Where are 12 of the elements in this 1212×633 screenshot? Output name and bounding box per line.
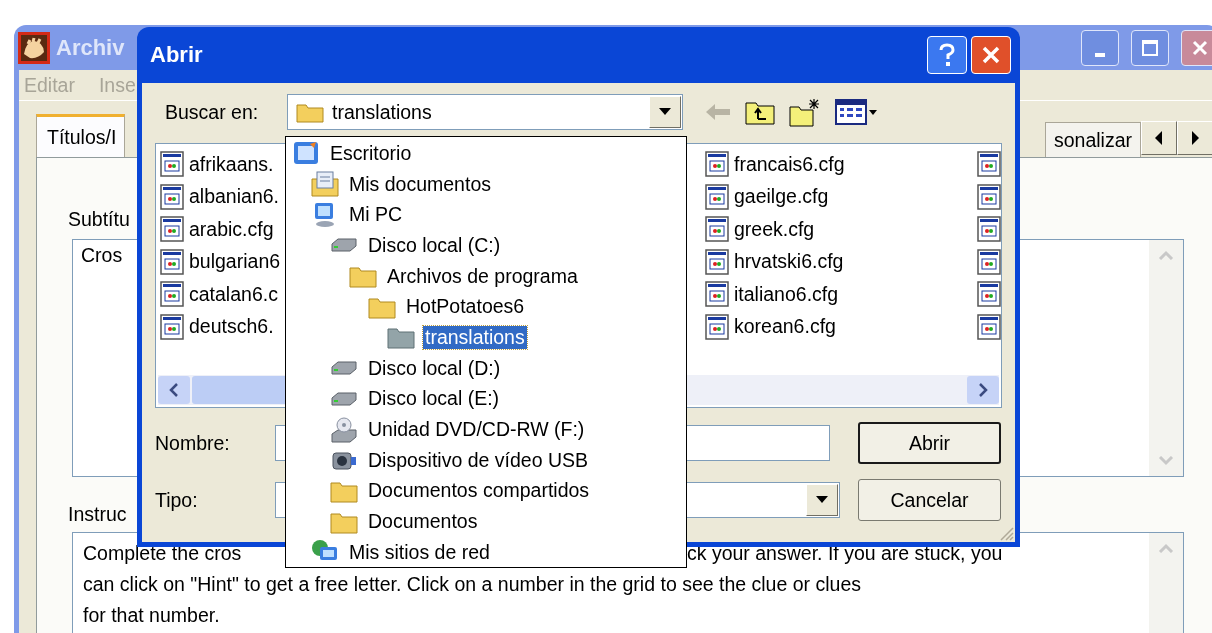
instructions-text: can click on "Hint" to get a free letter. Click on a number in the grid to see the clue or clues [83,572,861,597]
field-value: Cros [80,243,124,268]
look-in-label: Buscar en: [164,100,260,124]
file-type-label: Tipo: [155,488,199,512]
dialog-title: Abrir [150,42,203,68]
field-label: Instruc [68,503,127,526]
combo-value: translations [332,100,432,124]
instructions-text: Complete the cros [83,541,242,566]
instructions-text: for that number. [83,603,220,628]
field-label: Subtítu [68,208,130,231]
window-title: Archiv [56,34,125,61]
file-name-label: Nombre: [155,431,231,455]
